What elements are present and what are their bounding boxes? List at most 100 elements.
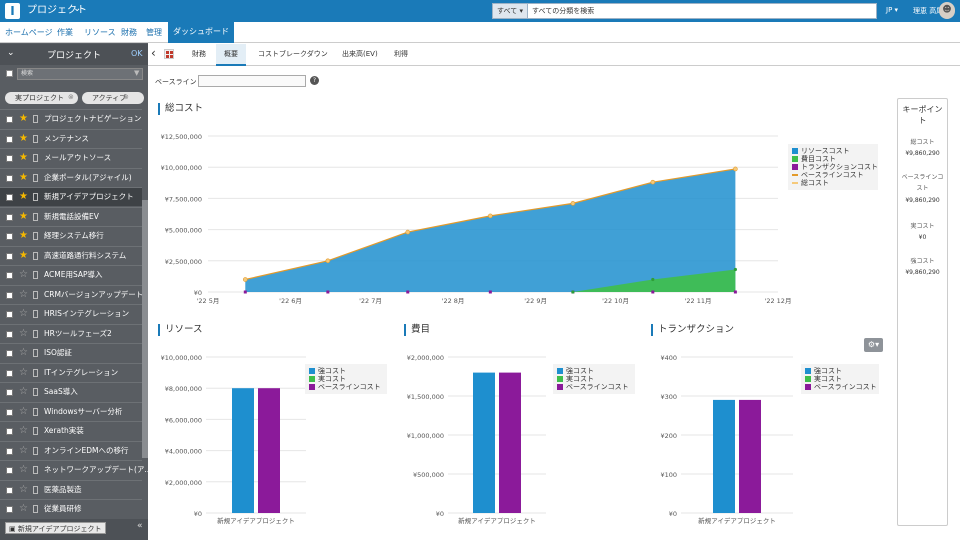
project-list-item[interactable]: ★ 企業ポータル(アジャイル) xyxy=(0,167,142,187)
star-icon[interactable]: ☆ xyxy=(19,344,28,362)
help-icon[interactable]: ? xyxy=(310,76,319,85)
current-project-chip[interactable]: ▣ 新規アイデアプロジェクト xyxy=(5,522,106,534)
project-list-item[interactable]: ★ 経理システム移行 xyxy=(0,226,142,245)
row-checkbox[interactable] xyxy=(6,330,13,338)
project-list-item[interactable]: ☆ HRツールフェーズ2 xyxy=(0,323,142,343)
project-list-item[interactable]: ☆ SaaS導入 xyxy=(0,382,142,401)
nav-admin[interactable]: 管理 xyxy=(146,24,162,42)
row-checkbox[interactable] xyxy=(6,174,13,182)
row-checkbox[interactable] xyxy=(6,272,13,279)
star-icon[interactable]: ☆ xyxy=(19,422,28,440)
project-list-item[interactable]: ☆ 従業員研修 xyxy=(0,499,142,518)
row-checkbox[interactable] xyxy=(6,252,13,260)
row-checkbox[interactable] xyxy=(6,194,13,201)
star-icon[interactable]: ☆ xyxy=(19,305,28,323)
nav-home[interactable]: ホームページ xyxy=(5,24,53,42)
ok-button[interactable]: OK xyxy=(131,49,143,58)
baseline-select[interactable] xyxy=(198,75,306,87)
row-checkbox[interactable] xyxy=(6,213,13,221)
row-checkbox[interactable] xyxy=(6,291,13,299)
legend-expense-cost[interactable]: 費目コスト xyxy=(792,155,874,163)
project-list-item[interactable]: ☆ CRMバージョンアップデート xyxy=(0,284,143,304)
nav-work[interactable]: 作業 xyxy=(57,24,73,42)
tab-overview[interactable]: 概要 xyxy=(216,44,246,66)
sidebar-scrollbar[interactable] xyxy=(142,200,148,458)
row-checkbox[interactable] xyxy=(6,428,13,435)
row-checkbox[interactable] xyxy=(6,369,13,377)
legend-transaction-cost[interactable]: トランザクションコスト xyxy=(792,163,878,171)
dashboard-grid-icon[interactable] xyxy=(164,49,174,59)
star-icon[interactable]: ☆ xyxy=(19,383,28,401)
legend-baseline[interactable]: ベースラインコスト xyxy=(805,383,877,391)
row-checkbox[interactable] xyxy=(6,233,13,240)
search-scope-select[interactable]: すべて ▾ xyxy=(492,3,528,19)
star-icon[interactable]: ★ xyxy=(19,130,28,148)
search-input[interactable]: すべての分類を検索 xyxy=(527,3,877,19)
row-checkbox[interactable] xyxy=(6,486,13,494)
star-icon[interactable]: ★ xyxy=(19,169,28,187)
legend-forecast[interactable]: 強コスト xyxy=(309,367,383,375)
legend-actual[interactable]: 実コスト xyxy=(805,375,875,383)
project-list-item[interactable]: ☆ HRISインテグレーション xyxy=(0,304,142,323)
star-icon[interactable]: ☆ xyxy=(19,500,28,518)
project-list-item[interactable]: ★ メールアウトソース xyxy=(0,148,142,167)
legend-baseline-cost[interactable]: ベースラインコスト xyxy=(792,171,874,179)
project-list-item[interactable]: ☆ ACME用SAP導入 xyxy=(0,265,142,284)
star-icon[interactable]: ★ xyxy=(19,208,28,226)
tab-cost-breakdown[interactable]: コストブレークダウン xyxy=(258,44,328,66)
chevron-down-icon[interactable]: ⌄ xyxy=(73,3,81,14)
tab-finance[interactable]: 財務 xyxy=(192,44,206,66)
project-list-item[interactable]: ☆ ISO認証 xyxy=(0,343,142,362)
legend-baseline[interactable]: ベースラインコスト xyxy=(309,383,383,391)
avatar[interactable]: ☻ xyxy=(939,2,955,19)
star-icon[interactable]: ☆ xyxy=(19,286,28,304)
project-list-item[interactable]: ★ プロジェクトナビゲーション xyxy=(0,109,142,128)
project-list-item[interactable]: ★ 高速道路通行料システム xyxy=(0,245,142,265)
tab-gain[interactable]: 利得 xyxy=(394,44,408,66)
row-checkbox[interactable] xyxy=(6,155,13,162)
gear-icon[interactable]: ⚙▾ xyxy=(864,338,883,352)
star-icon[interactable]: ☆ xyxy=(19,403,28,421)
star-icon[interactable]: ★ xyxy=(19,110,28,128)
star-icon[interactable]: ☆ xyxy=(19,266,28,284)
legend-actual[interactable]: 実コスト xyxy=(309,375,383,383)
row-checkbox[interactable] xyxy=(6,506,13,513)
row-checkbox[interactable] xyxy=(6,447,13,455)
collapse-sidebar-icon[interactable]: « xyxy=(137,521,143,531)
sidebar-search-input[interactable]: 検索 xyxy=(17,68,143,80)
row-checkbox[interactable] xyxy=(6,408,13,416)
row-checkbox[interactable] xyxy=(6,389,13,396)
row-checkbox[interactable] xyxy=(6,116,13,123)
project-list-item[interactable]: ☆ Windowsサーバー分析 xyxy=(0,401,142,421)
star-icon[interactable]: ☆ xyxy=(19,325,28,343)
legend-forecast[interactable]: 強コスト xyxy=(805,367,875,375)
language-select[interactable]: JP ▾ xyxy=(886,6,898,14)
project-list-item[interactable]: ☆ Xerath実装 xyxy=(0,421,142,440)
back-icon[interactable]: ‹ xyxy=(151,46,156,60)
project-list-item[interactable]: ☆ ITインテグレーション xyxy=(0,362,142,382)
star-icon[interactable]: ★ xyxy=(19,247,28,265)
project-list-item[interactable]: ★ 新規アイデアプロジェクト xyxy=(0,187,142,206)
tab-earned-value[interactable]: 出来高(EV) xyxy=(342,44,378,66)
star-icon[interactable]: ★ xyxy=(19,227,28,245)
star-icon[interactable]: ★ xyxy=(19,149,28,167)
row-checkbox[interactable] xyxy=(6,135,13,143)
project-list-item[interactable]: ☆ 医薬品製造 xyxy=(0,479,142,499)
legend-forecast[interactable]: 強コスト xyxy=(557,367,631,375)
nav-finance[interactable]: 財務 xyxy=(121,24,137,42)
filter-icon[interactable]: ▼ xyxy=(134,69,139,77)
row-checkbox[interactable] xyxy=(6,311,13,318)
project-list-item[interactable]: ☆ ネットワークアップデート(ア... xyxy=(0,460,152,479)
legend-actual[interactable]: 実コスト xyxy=(557,375,631,383)
project-list-item[interactable]: ★ メンテナンス xyxy=(0,128,142,148)
star-icon[interactable]: ☆ xyxy=(19,442,28,460)
select-all-checkbox[interactable] xyxy=(6,70,13,77)
legend-baseline[interactable]: ベースラインコスト xyxy=(557,383,631,391)
star-icon[interactable]: ☆ xyxy=(19,364,28,382)
row-checkbox[interactable] xyxy=(6,350,13,357)
nav-dashboard[interactable]: ダッシュボード xyxy=(168,22,234,43)
nav-resource[interactable]: リソース xyxy=(84,24,116,42)
star-icon[interactable]: ☆ xyxy=(19,481,28,499)
star-icon[interactable]: ☆ xyxy=(19,461,28,479)
legend-total-cost[interactable]: 総コスト xyxy=(792,179,874,187)
